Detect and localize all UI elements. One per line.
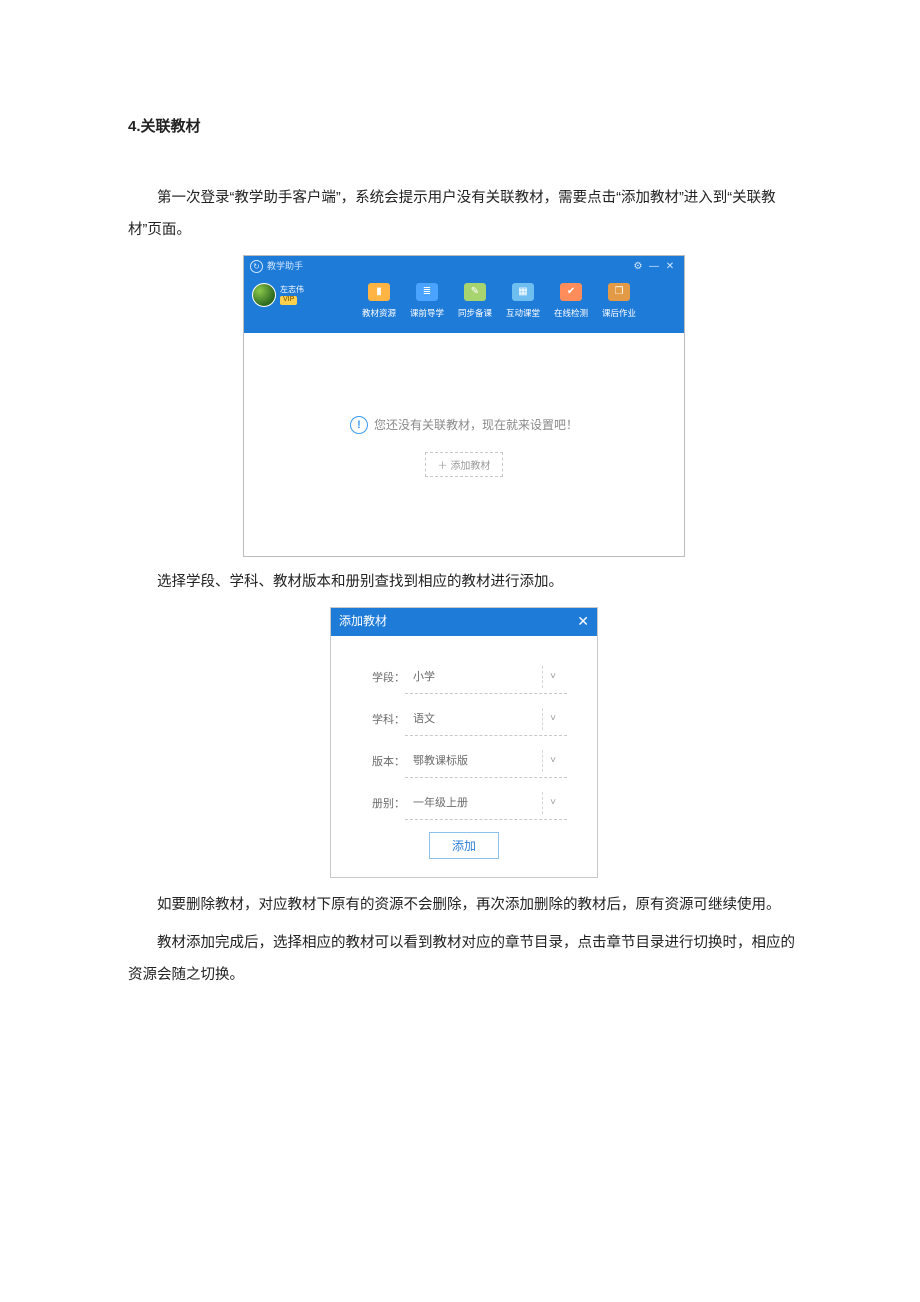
field-label-subject: 学科： xyxy=(361,708,405,732)
empty-message: 您还没有关联教材，现在就来设置吧！ xyxy=(374,412,578,438)
nav-label: 教材资源 xyxy=(362,304,396,323)
chevron-down-icon: ˅ xyxy=(542,708,563,730)
folder-icon: ▮ xyxy=(368,283,390,301)
user-badge: VIP xyxy=(280,296,297,304)
nav-item-interactive[interactable]: ▦ 互动课堂 xyxy=(506,283,540,323)
subject-value: 语文 xyxy=(409,707,536,731)
close-icon[interactable]: ✕ xyxy=(577,606,589,637)
user-block[interactable]: 左志伟 VIP xyxy=(252,283,322,307)
app-logo-icon: ↻ xyxy=(250,260,263,273)
version-select[interactable]: 鄂教课标版 ˅ xyxy=(405,746,567,778)
window-titlebar: ↻ 教学助手 ⚙ — ✕ xyxy=(244,256,684,278)
nav-label: 同步备课 xyxy=(458,304,492,323)
nav-label: 在线检测 xyxy=(554,304,588,323)
nav-item-preclass[interactable]: ≣ 课前导学 xyxy=(410,283,444,323)
list-icon: ≣ xyxy=(416,283,438,301)
grid-icon: ▦ xyxy=(512,283,534,301)
screenshot-app-window: ↻ 教学助手 ⚙ — ✕ 左志伟 VIP ▮ 教材资源 ≣ 课前导学 ✎ 同 xyxy=(243,255,685,557)
nav-label: 互动课堂 xyxy=(506,304,540,323)
paragraph-3: 如要删除教材，对应教材下原有的资源不会删除，再次添加删除的教材后，原有资源可继续… xyxy=(128,890,800,922)
user-name: 左志伟 xyxy=(280,285,304,295)
stage-value: 小学 xyxy=(409,665,536,689)
version-value: 鄂教课标版 xyxy=(409,749,536,773)
paragraph-1: 第一次登录“教学助手客户端”，系统会提示用户没有关联教材，需要点击“添加教材”进… xyxy=(128,183,800,247)
section-heading: 4.关联教材 xyxy=(128,110,800,143)
stage-select[interactable]: 小学 ˅ xyxy=(405,662,567,694)
subject-select[interactable]: 语文 ˅ xyxy=(405,704,567,736)
check-icon: ✔ xyxy=(560,283,582,301)
app-toolbar: 左志伟 VIP ▮ 教材资源 ≣ 课前导学 ✎ 同步备课 ▦ 互动课堂 ✔ xyxy=(244,278,684,333)
modal-title: 添加教材 xyxy=(339,608,387,634)
nav-label: 课前导学 xyxy=(410,304,444,323)
note-icon: ✎ xyxy=(464,283,486,301)
nav-item-resource[interactable]: ▮ 教材资源 xyxy=(362,283,396,323)
chevron-down-icon: ˅ xyxy=(542,792,563,814)
info-icon: ! xyxy=(350,416,368,434)
nav-item-homework[interactable]: ❐ 课后作业 xyxy=(602,283,636,323)
book-icon: ❐ xyxy=(608,283,630,301)
screenshot-add-modal: 添加教材 ✕ 学段： 小学 ˅ 学科： 语文 ˅ 版本： 鄂教课标版 ˅ xyxy=(330,607,598,879)
modal-add-button[interactable]: 添加 xyxy=(429,832,499,859)
window-settings-icon[interactable]: ⚙ xyxy=(630,256,646,278)
volume-value: 一年级上册 xyxy=(409,791,536,815)
app-title: 教学助手 xyxy=(267,257,303,277)
chevron-down-icon: ˅ xyxy=(542,750,563,772)
modal-header: 添加教材 ✕ xyxy=(331,608,597,636)
nav-item-prep[interactable]: ✎ 同步备课 xyxy=(458,283,492,323)
nav-label: 课后作业 xyxy=(602,304,636,323)
paragraph-2: 选择学段、学科、教材版本和册别查找到相应的教材进行添加。 xyxy=(128,567,800,599)
window-minimize-icon[interactable]: — xyxy=(646,256,662,278)
field-label-version: 版本： xyxy=(361,750,405,774)
window-close-icon[interactable]: ✕ xyxy=(662,256,678,278)
add-textbook-button[interactable]: ＋ 添加教材 xyxy=(425,452,504,477)
avatar xyxy=(252,283,276,307)
volume-select[interactable]: 一年级上册 ˅ xyxy=(405,788,567,820)
chevron-down-icon: ˅ xyxy=(542,666,563,688)
nav-item-test[interactable]: ✔ 在线检测 xyxy=(554,283,588,323)
paragraph-4: 教材添加完成后，选择相应的教材可以看到教材对应的章节目录，点击章节目录进行切换时… xyxy=(128,928,800,992)
field-label-volume: 册别： xyxy=(361,792,405,816)
empty-state: ! 您还没有关联教材，现在就来设置吧！ ＋ 添加教材 xyxy=(244,333,684,556)
field-label-stage: 学段： xyxy=(361,666,405,690)
